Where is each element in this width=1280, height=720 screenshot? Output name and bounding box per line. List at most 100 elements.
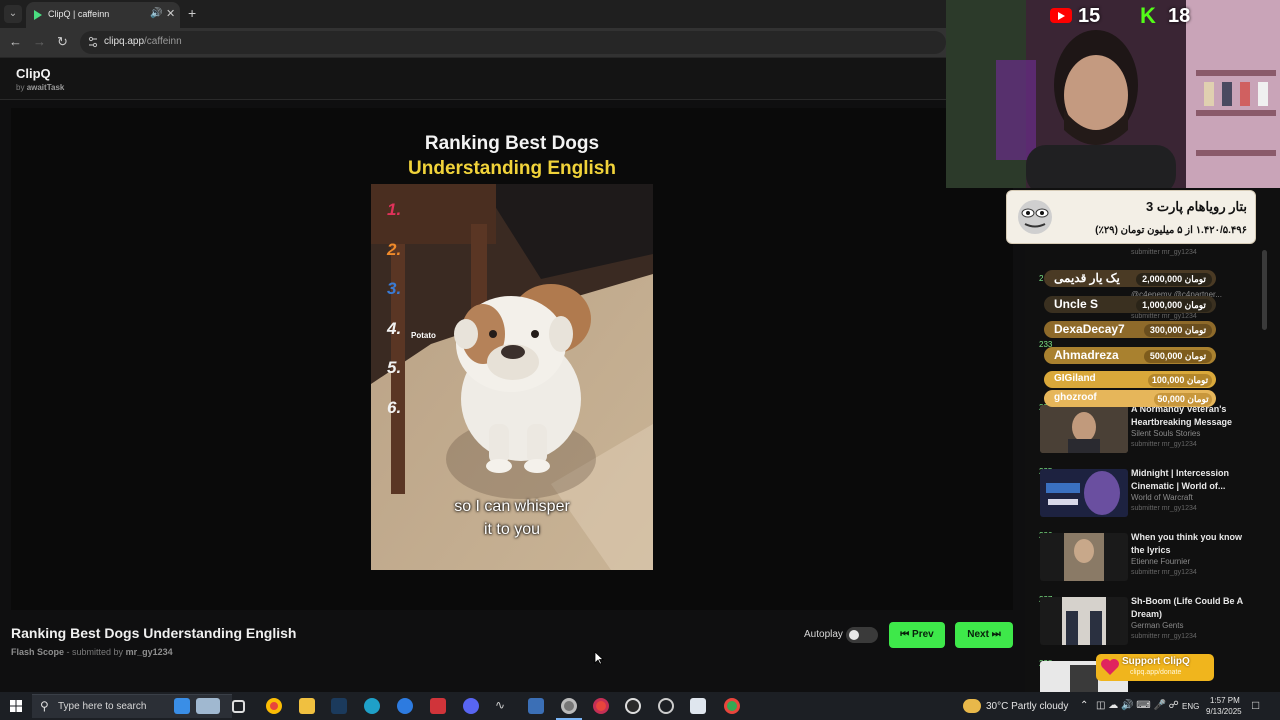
site-settings-icon[interactable]: [88, 36, 98, 48]
queue-item[interactable]: 237 Sh-Boom (Life Could Be A Dream) Germ…: [1025, 595, 1275, 657]
queue-item-title: Midnight | Intercession Cinematic | Worl…: [1131, 468, 1230, 491]
back-arrow-icon[interactable]: ←: [9, 34, 22, 49]
brand-logo[interactable]: ClipQ: [16, 66, 51, 81]
file-explorer-icon[interactable]: [299, 698, 315, 714]
clock-time[interactable]: 1:57 PM: [1210, 696, 1240, 705]
close-tab-icon[interactable]: ✕: [166, 7, 175, 20]
clock-date[interactable]: 9/13/2025: [1206, 707, 1242, 716]
notifications-icon[interactable]: □: [1252, 698, 1259, 712]
queue-item-submitter: submitter mr_gy1234: [1131, 633, 1197, 640]
kick-viewer-count: 18: [1168, 5, 1191, 27]
rank-4-name: Potato: [411, 331, 436, 340]
tray-chevron-icon[interactable]: ⌃: [1080, 700, 1088, 711]
chrome-icon[interactable]: [593, 698, 609, 714]
clip-submitter[interactable]: mr_gy1234: [126, 647, 173, 657]
speaker-icon[interactable]: 🔊: [150, 8, 162, 19]
queue-scrollbar[interactable]: [1262, 250, 1267, 330]
search-placeholder: Type here to search: [58, 701, 147, 712]
tray-icons[interactable]: ◫ ☁ 🔊 ⌨ 🎤 ☍: [1096, 700, 1179, 711]
rank-1-label: 1.: [387, 200, 402, 219]
webcam-feed-image: [946, 0, 1280, 188]
discord-icon[interactable]: [463, 698, 479, 714]
queue-partial-sub-1: submitter mr_gy1234: [1131, 249, 1197, 256]
url-text: clipq.app/caffeinn: [104, 36, 182, 47]
steam-icon[interactable]: [331, 698, 347, 714]
donation-amount: 100,000 تومان: [1148, 374, 1212, 387]
queue-item[interactable]: 234 A Normandy Veteran's Heartbreaking M…: [1025, 403, 1275, 465]
taskbar-app-icon[interactable]: [196, 698, 220, 714]
edge-icon[interactable]: [364, 698, 380, 714]
donation-row: DexaDecay7 300,000 تومان: [1044, 321, 1216, 338]
by-author: awaitTask: [26, 83, 65, 92]
reload-icon[interactable]: ↻: [57, 34, 68, 50]
forward-arrow-icon[interactable]: →: [33, 34, 46, 49]
queue-item[interactable]: 236 When you think you know the lyrics E…: [1025, 531, 1275, 593]
rank-4-label: 4.: [387, 319, 402, 338]
support-clipq-badge[interactable]: Support ClipQ clipq.app/donate: [1096, 654, 1214, 681]
mouse-cursor-icon: [594, 651, 604, 665]
donation-amount: 500,000 تومان: [1144, 350, 1212, 363]
queue-item-submitter: submitter mr_gy1234: [1131, 441, 1197, 448]
queue-thumbnail: [1040, 533, 1128, 581]
taskbar-app-icon[interactable]: [430, 698, 446, 714]
obs-icon[interactable]: [658, 698, 674, 714]
video-frame[interactable]: 1. 2. 3. 4. Potato 5. 6. so I can whispe…: [371, 184, 653, 570]
url-field[interactable]: clipq.app/caffeinn: [80, 31, 946, 54]
language-indicator[interactable]: ENG: [1182, 702, 1199, 711]
support-label: Support ClipQ: [1122, 656, 1190, 667]
next-label: Next: [967, 629, 989, 640]
taskbar-app-icon[interactable]: [174, 698, 190, 714]
queue-item-channel: Etienne Fournier: [1131, 557, 1191, 566]
caption-line2: it to you: [483, 521, 541, 538]
donation-amount: 1,000,000 تومان: [1136, 299, 1212, 312]
clip-channel[interactable]: Flash Scope: [11, 647, 64, 657]
queue-sidebar[interactable]: submitter mr_gy1234 2 @c4enemy @c4partne…: [1025, 188, 1280, 692]
donation-amount: 2,000,000 تومان: [1136, 273, 1212, 286]
youtube-icon: [1050, 8, 1072, 23]
brand-byline: by awaitTask: [16, 83, 64, 92]
donor-name: Ahmadreza: [1054, 348, 1119, 362]
tab-search-icon[interactable]: ⌄: [4, 5, 22, 23]
queue-partial-sub-3: submitter mr_gy1234: [1131, 313, 1197, 320]
heart-icon: [1101, 659, 1119, 675]
next-button[interactable]: Next ⏭: [955, 622, 1013, 648]
queue-item[interactable]: 235 Midnight | Intercession Cinematic | …: [1025, 467, 1275, 529]
support-url: clipq.app/donate: [1130, 669, 1182, 676]
taskbar-app-icon[interactable]: [690, 698, 706, 714]
url-host: clipq.app: [104, 36, 145, 47]
new-tab-icon[interactable]: +: [188, 5, 196, 21]
weather-text[interactable]: 30°C Partly cloudy: [986, 701, 1068, 712]
donation-row: Uncle S 1,000,000 تومان: [1044, 296, 1216, 313]
activity-icon[interactable]: ∿: [495, 698, 511, 714]
queue-thumbnail: [1040, 469, 1128, 517]
chrome-icon[interactable]: [561, 698, 577, 714]
queue-item-channel: German Gents: [1131, 621, 1184, 630]
media-player-icon[interactable]: [625, 698, 641, 714]
rank-2-label: 2.: [387, 240, 402, 259]
chrome-icon[interactable]: [266, 698, 282, 714]
autoplay-toggle[interactable]: [846, 627, 878, 643]
queue-thumbnail: [1040, 597, 1128, 645]
donor-name: Uncle S: [1054, 297, 1099, 311]
task-view-icon[interactable]: [232, 700, 245, 713]
video-player[interactable]: Ranking Best Dogs Understanding English: [11, 108, 1013, 610]
prev-button[interactable]: ⏮ Prev: [889, 622, 945, 648]
url-path: /caffeinn: [144, 36, 182, 47]
donor-name: ghozroof: [1054, 392, 1097, 403]
clip-meta: Flash Scope - submitted by mr_gy1234: [11, 647, 173, 657]
clip-title: Ranking Best Dogs Understanding English: [11, 625, 297, 641]
chrome-icon[interactable]: [724, 698, 740, 714]
screen: ⌄ ClipQ | caffeinn 🔊 ✕ + ← → ↻ clipq.app…: [0, 0, 1280, 720]
browser-tab[interactable]: ClipQ | caffeinn 🔊 ✕: [26, 2, 180, 28]
queue-item-title: Sh-Boom (Life Could Be A Dream): [1131, 596, 1243, 619]
donation-goal-title: بتار رویاهام پارت 3: [1146, 199, 1247, 214]
queue-partial-num-2: 2: [1039, 274, 1044, 283]
prev-label: Prev: [912, 629, 934, 640]
donation-amount: 50,000 تومان: [1154, 393, 1212, 406]
windows-start-icon[interactable]: [10, 700, 22, 712]
donation-goal-progress: ۱.۴۲۰/۵.۴۹۶ از ۵ میلیون تومان (۲۹٪): [1095, 225, 1247, 236]
donor-name: GIGiland: [1054, 373, 1096, 384]
battlenet-icon[interactable]: [397, 698, 413, 714]
taskbar-app-icon[interactable]: [528, 698, 544, 714]
donor-name: DexaDecay7: [1054, 322, 1125, 336]
